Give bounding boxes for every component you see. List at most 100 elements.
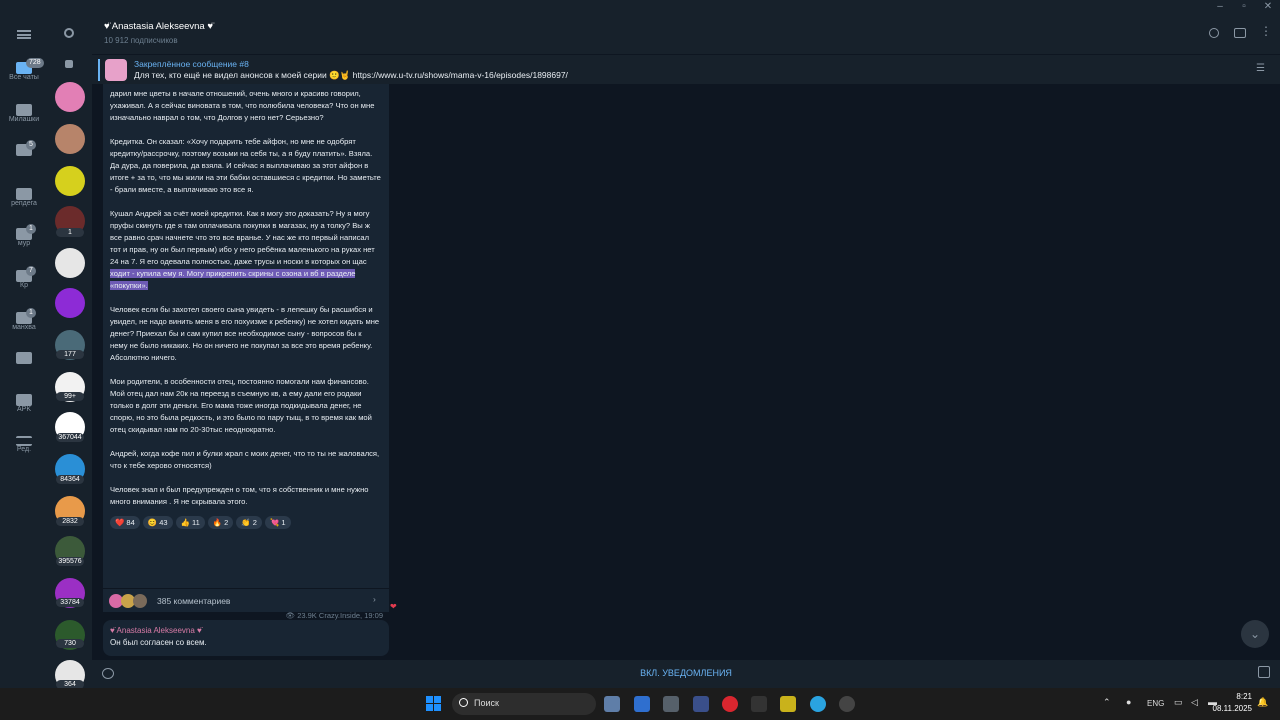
folder-label: Милашки — [8, 116, 40, 123]
app-icon[interactable] — [693, 696, 709, 712]
folder-all-chats[interactable]: 728 Все чаты — [0, 58, 48, 81]
app-icon[interactable] — [839, 696, 855, 712]
message-paragraph: Андрей, когда кофе пил и булки жрал с мо… — [110, 449, 380, 470]
chat-badge: 99+ — [56, 392, 84, 401]
language-indicator[interactable]: ENG — [1147, 699, 1164, 708]
pinned-title: Закреплённое сообщение #8 — [134, 59, 249, 69]
chevron-right-icon: › — [373, 594, 376, 604]
close-icon[interactable]: ✕ — [1258, 1, 1278, 12]
reactions-row: ❤️ 84 😊 43 👍 11 🔥 2 👏 2 💘 1 — [110, 512, 382, 530]
chat-avatar[interactable] — [55, 166, 85, 196]
minimize-icon[interactable]: – — [1210, 1, 1230, 12]
title-bar: – ▫ ✕ — [0, 0, 1280, 16]
folder-label: Все чаты — [9, 74, 39, 81]
reaction-fire[interactable]: 🔥 2 — [207, 516, 234, 529]
app-icon[interactable] — [663, 696, 679, 712]
subscriber-count: 10 912 подписчиков — [104, 36, 178, 45]
folder-unnamed-2[interactable] — [0, 352, 48, 364]
clock-time[interactable]: 8:21 — [1212, 692, 1252, 701]
taskbar-search[interactable]: Поиск — [452, 693, 596, 715]
app-icon[interactable] — [634, 696, 650, 712]
microphone-icon[interactable]: ● — [1126, 697, 1131, 707]
folder-manhva[interactable]: 1 манхва — [0, 308, 48, 331]
message-paragraph: Человек если бы захотел своего сына увид… — [110, 305, 380, 362]
chat-avatar[interactable] — [55, 82, 85, 112]
chevron-up-icon[interactable]: ⌃ — [1103, 697, 1111, 708]
folder-badge: 5 — [26, 140, 36, 150]
network-icon[interactable]: ▭ — [1174, 697, 1183, 708]
enable-notifications-button[interactable]: ВКЛ. УВЕДОМЛЕНИЯ — [92, 668, 1280, 678]
search-icon — [459, 698, 468, 707]
view-count: 23.9K — [297, 611, 317, 620]
search-placeholder: Поиск — [474, 698, 499, 708]
message-text: Он был согласен со всем. — [110, 638, 207, 647]
pinned-message[interactable]: Закреплённое сообщение #8 Для тех, кто е… — [92, 54, 1280, 84]
telegram-icon[interactable] — [810, 696, 826, 712]
chat-avatar[interactable] — [55, 124, 85, 154]
yandex-browser-icon[interactable] — [722, 696, 738, 712]
chat-avatar[interactable] — [55, 288, 85, 318]
folder-icon — [16, 188, 32, 200]
chat-avatar[interactable] — [55, 248, 85, 278]
channel-name[interactable]: ♥̈ Anastasia Alekseevna ♥̈ — [104, 21, 213, 32]
search-icon[interactable] — [1209, 28, 1219, 38]
clock-date[interactable]: 08.11.2025 — [1204, 704, 1252, 713]
volume-icon[interactable]: ◁ — [1191, 697, 1198, 708]
chat-badge: 730 — [56, 639, 84, 648]
app-icon[interactable] — [780, 696, 796, 712]
channel-bottom-bar: ВКЛ. УВЕДОМЛЕНИЯ — [92, 660, 1280, 688]
app-icon[interactable] — [751, 696, 767, 712]
message-text: Кушал Андрей за счёт моей кредитки. Как … — [110, 209, 375, 266]
folder-kr[interactable]: 7 Кр — [0, 266, 48, 289]
reaction-heart-arrow[interactable]: 💘 1 — [264, 516, 291, 529]
gift-icon[interactable] — [1258, 666, 1270, 678]
folder-badge: 1 — [26, 224, 36, 234]
folder-label: репдега — [11, 200, 37, 207]
telegram-window: – ▫ ✕ 728 Все чаты Милашки 5 репдега 1 мур… — [0, 0, 1280, 690]
search-icon[interactable] — [64, 28, 74, 38]
pinned-thumbnail — [105, 59, 127, 81]
folder-label: манхва — [12, 324, 36, 331]
sliders-icon — [16, 436, 32, 446]
heart-reaction-icon: ❤ — [390, 602, 397, 611]
chat-badge: 84364 — [56, 475, 84, 484]
folder-edit[interactable]: Ред. — [0, 436, 48, 453]
folder-apk[interactable]: APK — [0, 394, 48, 413]
menu-icon[interactable] — [17, 30, 31, 39]
reaction-heart[interactable]: ❤️ 84 — [110, 516, 140, 529]
message-paragraph: Кредитка. Он сказал: «Хочу подарить тебе… — [110, 137, 381, 194]
folder-label: APK — [16, 406, 31, 413]
message-paragraph: Человек знал и был предупрежден о том, ч… — [110, 485, 369, 506]
folder-badge: 1 — [26, 308, 36, 318]
folder-milashki[interactable]: Милашки — [0, 104, 48, 123]
folder-badge: 728 — [26, 58, 44, 68]
chat-badge: 1 — [56, 228, 84, 237]
selected-text: ходит - купила ему я. Могу прикрепить ск… — [110, 269, 356, 290]
chat-badge: 33784 — [56, 598, 84, 607]
windows-start-icon[interactable] — [426, 696, 442, 712]
windows-taskbar: Поиск ⌃ ● ENG ▭ ◁ ▬ 8:21 08.11.2025 🔔 — [0, 688, 1280, 720]
file-explorer-icon[interactable] — [604, 696, 620, 712]
reaction-thumbs-up[interactable]: 👍 11 — [175, 516, 205, 529]
maximize-icon[interactable]: ▫ — [1234, 1, 1254, 12]
folder-mur[interactable]: 1 мур — [0, 224, 48, 247]
sidebar-toggle-icon[interactable] — [1234, 28, 1246, 38]
folders-sidebar: 728 Все чаты Милашки 5 репдега 1 мур 7 Кр 1… — [0, 16, 48, 688]
notification-bell-icon[interactable]: 🔔 — [1257, 697, 1268, 708]
commenter-avatar — [133, 594, 147, 608]
folder-repdega[interactable]: репдега — [0, 188, 48, 207]
scroll-down-button[interactable]: ⌄ — [1241, 620, 1269, 648]
more-options-icon[interactable]: ⋮ — [1260, 24, 1272, 38]
lock-icon — [65, 60, 73, 68]
message-paragraph: Мои родители, в особенности отец, постоя… — [110, 377, 372, 434]
reaction-smile[interactable]: 😊 43 — [142, 516, 173, 529]
post-author: Crazy.Inside — [318, 611, 361, 620]
comments-button[interactable]: 385 комментариев › — [103, 588, 389, 612]
message-paragraph: дарил мне цветы в начале отношений, очен… — [110, 89, 375, 122]
pinned-bar — [98, 59, 100, 81]
reaction-clap[interactable]: 👏 2 — [236, 516, 262, 529]
folder-label: мур — [17, 240, 31, 247]
pinned-list-icon[interactable]: ☰ — [1256, 63, 1265, 74]
channel-post: ♥̈ Anastasia Alekseevna ♥̈ Он был соглас… — [103, 620, 389, 656]
folder-unnamed[interactable]: 5 — [0, 140, 48, 156]
